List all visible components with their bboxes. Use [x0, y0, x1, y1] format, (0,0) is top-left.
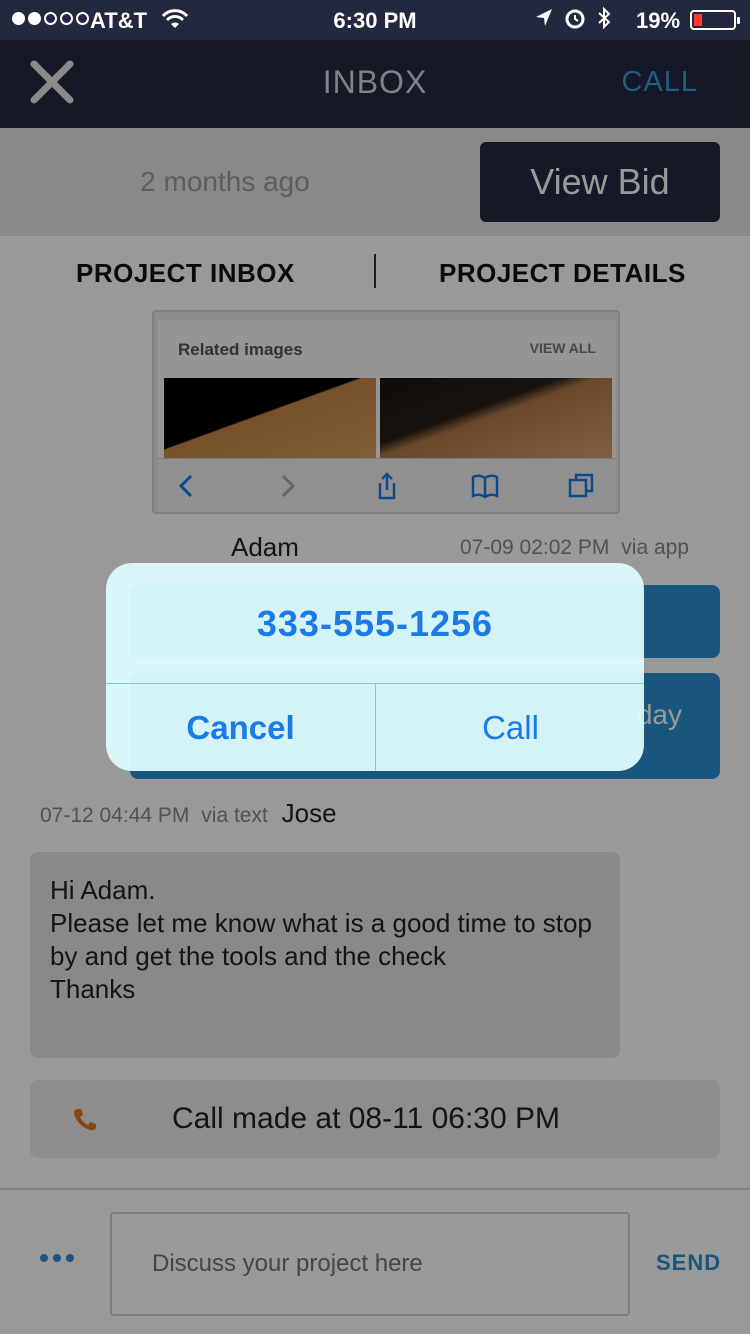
confirm-call-button[interactable]: Call — [376, 684, 644, 771]
alarm-icon — [565, 9, 585, 29]
location-arrow-icon — [536, 9, 552, 26]
phone-number: 333-555-1256 — [256, 603, 494, 644]
battery-percent: 19% — [636, 8, 681, 33]
bluetooth-icon — [598, 6, 611, 30]
cancel-button[interactable]: Cancel — [106, 684, 375, 771]
status-bar: AT&T 6:30 PM 19% — [0, 0, 750, 40]
battery-icon — [690, 10, 740, 30]
call-confirm-dialog: 333-555-1256 Cancel Call — [106, 563, 644, 771]
